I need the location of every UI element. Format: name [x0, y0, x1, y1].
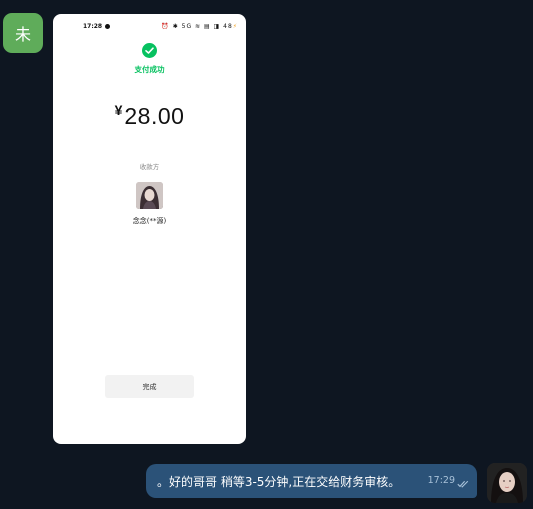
outgoing-message-text: 。好的哥哥 稍等3-5分钟,正在交给财务审核。: [157, 474, 401, 489]
payee-name: 念念(**源): [132, 217, 167, 225]
sender-avatar-initial: 未: [14, 25, 31, 44]
done-button-label: 完成: [142, 382, 157, 391]
payee-label: 收款方: [139, 163, 160, 171]
amount-value: 28.00: [124, 103, 185, 129]
status-bar-icons-text: ⏰ ✱ 5G ≋ ▤ ◨ 48: [161, 23, 233, 30]
notification-dot-icon: [105, 24, 110, 29]
double-check-icon: [457, 477, 469, 491]
payment-amount: ¥28.00: [53, 102, 246, 130]
my-avatar[interactable]: [487, 463, 527, 503]
status-bar-icons: ⏰ ✱ 5G ≋ ▤ ◨ 48⚡: [161, 23, 238, 30]
payment-success-check-icon: [142, 43, 157, 58]
phone-status-bar: 17:28 ⏰ ✱ 5G ≋ ▤ ◨ 48⚡: [53, 22, 246, 32]
currency-symbol: ¥: [114, 102, 123, 118]
payment-screenshot-message[interactable]: 17:28 ⏰ ✱ 5G ≋ ▤ ◨ 48⚡ 支付成功 ¥28.00 收款方 念…: [53, 14, 246, 444]
charging-icon: ⚡: [232, 23, 238, 30]
outgoing-message-bubble[interactable]: 。好的哥哥 稍等3-5分钟,正在交给财务审核。 17:29: [146, 464, 477, 498]
message-time: 17:29: [427, 475, 455, 486]
payment-status-text: 支付成功: [134, 65, 165, 74]
sender-avatar[interactable]: 未: [3, 13, 43, 53]
payee-avatar: [136, 182, 163, 209]
status-bar-time: 17:28: [83, 23, 103, 30]
done-button[interactable]: 完成: [105, 375, 194, 398]
